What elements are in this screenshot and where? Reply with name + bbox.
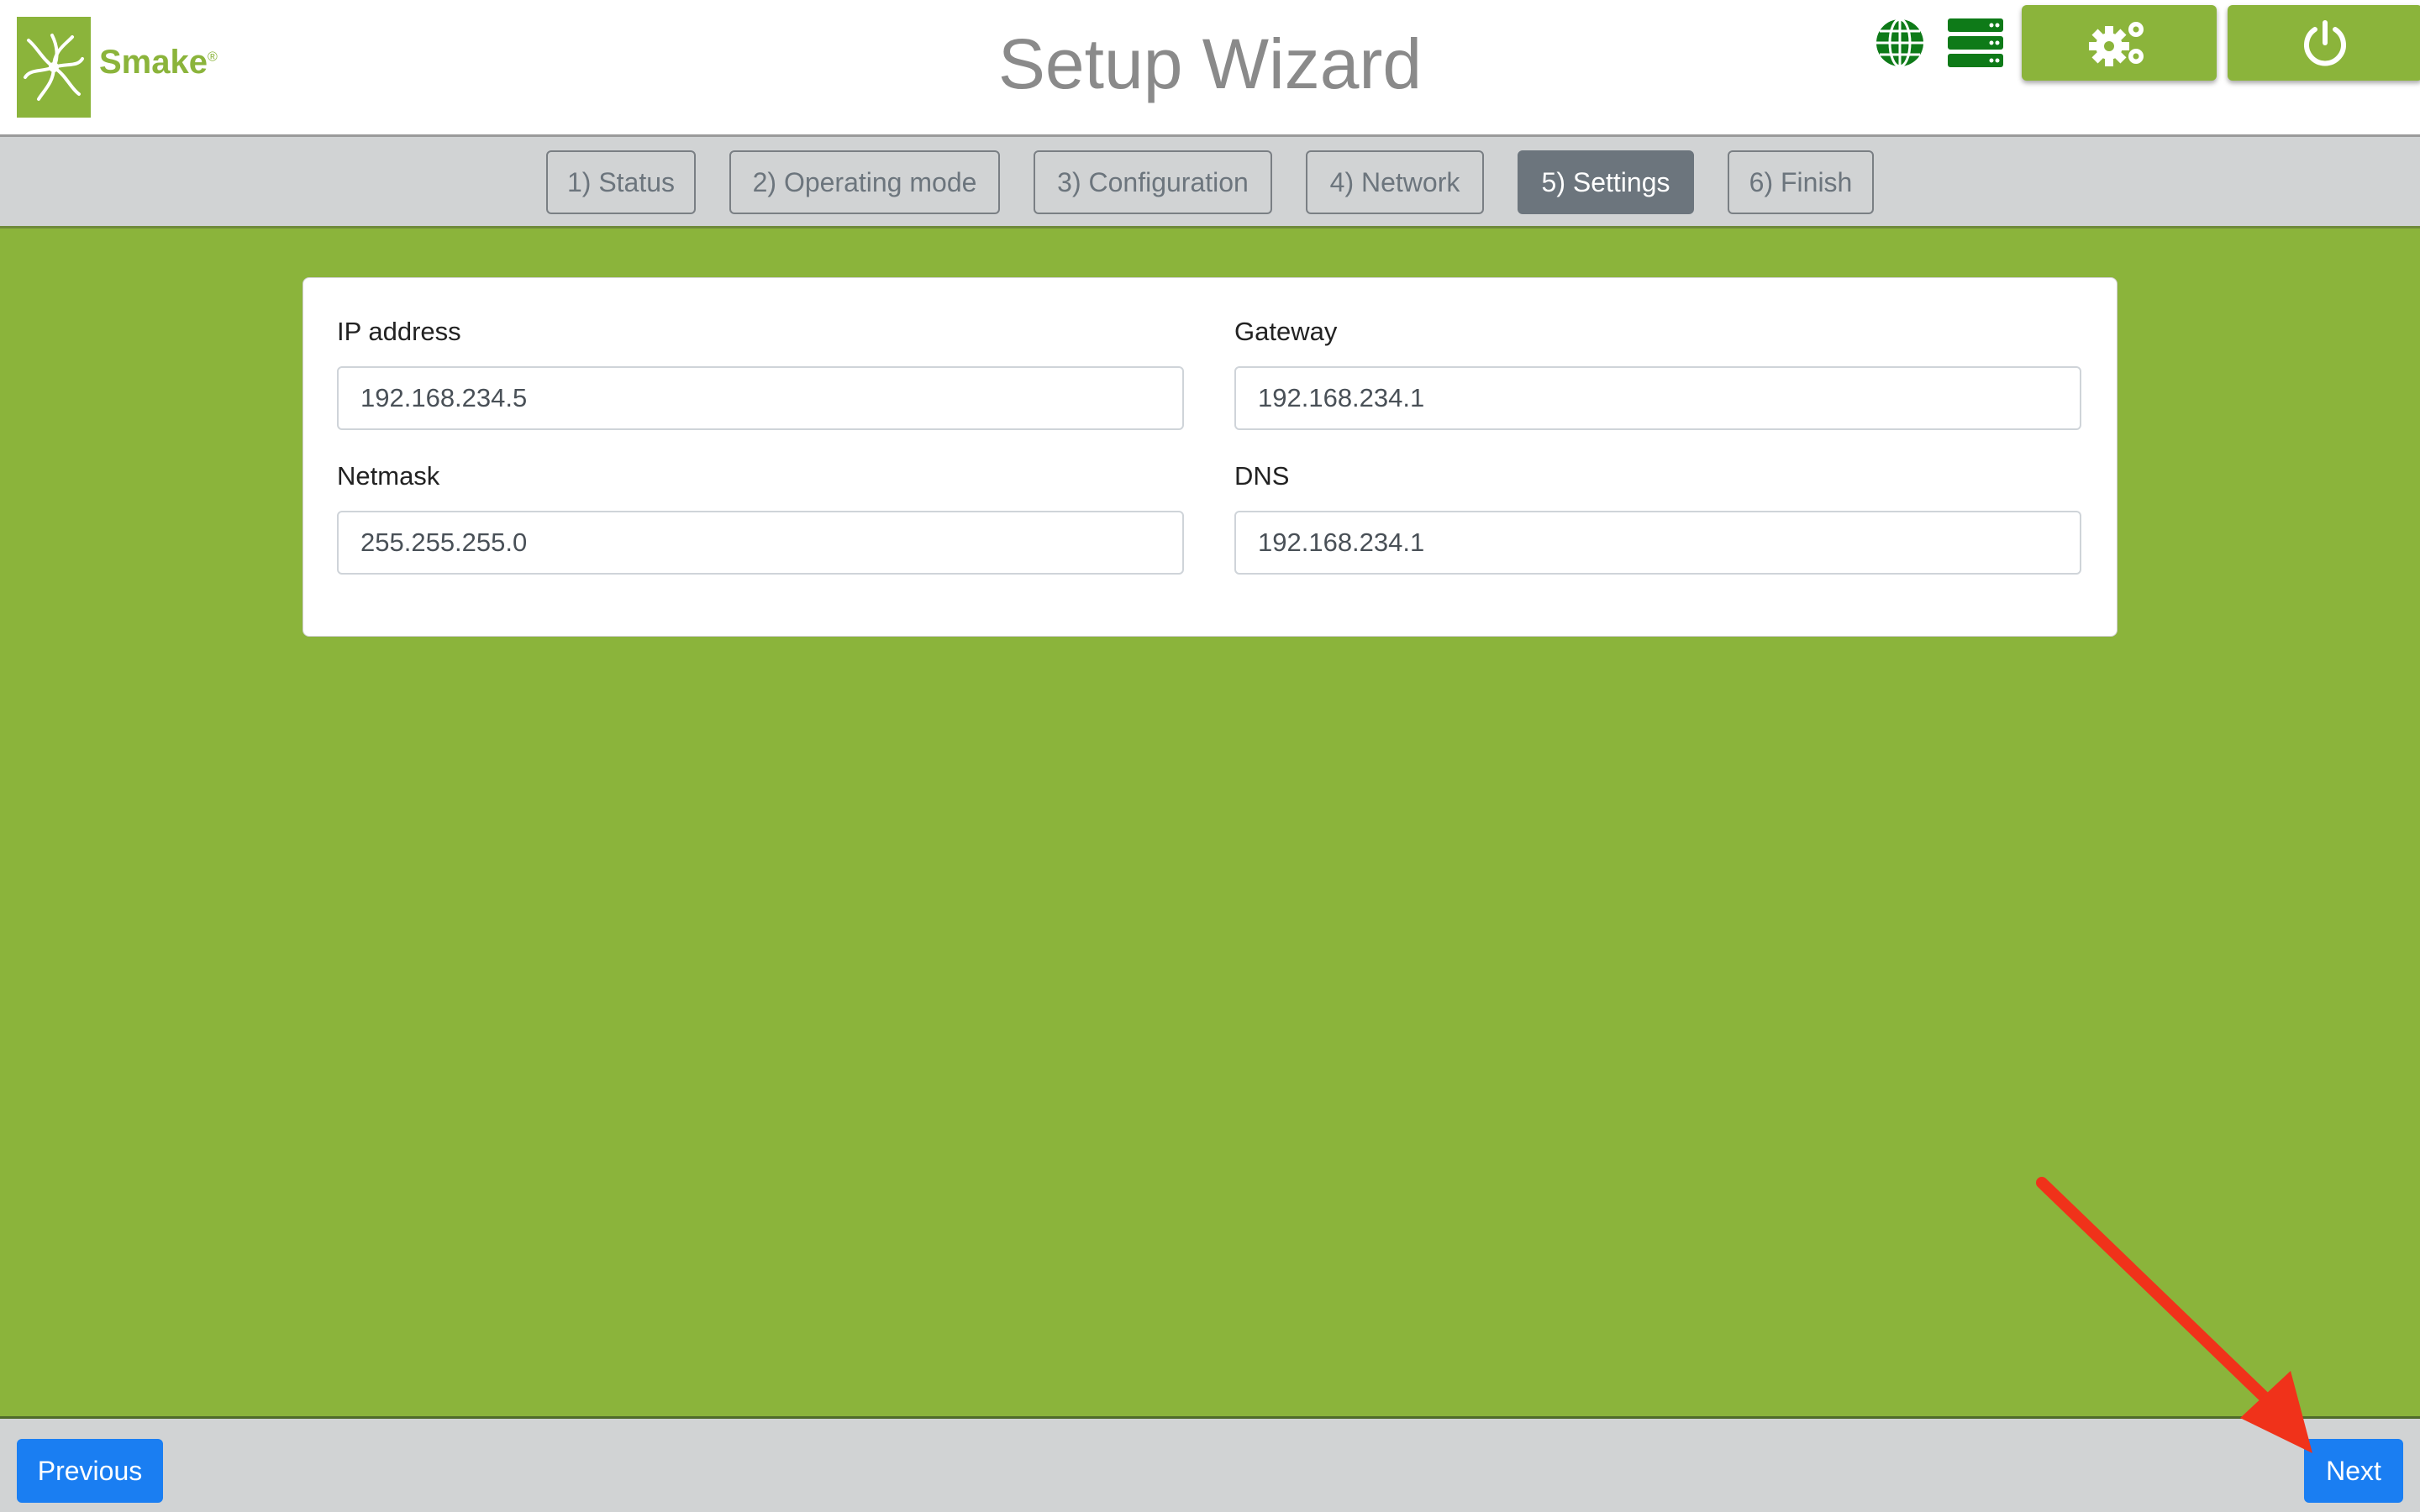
ip-address-input[interactable]: 192.168.234.5 xyxy=(337,366,1184,430)
power-icon xyxy=(2304,20,2346,66)
gateway-input[interactable]: 192.168.234.1 xyxy=(1234,366,2081,430)
step-settings[interactable]: 5) Settings xyxy=(1518,150,1694,214)
step-status[interactable]: 1) Status xyxy=(546,150,696,214)
power-button[interactable] xyxy=(2228,5,2420,81)
next-button[interactable]: Next xyxy=(2304,1439,2403,1503)
dns-label: DNS xyxy=(1234,461,1290,491)
gears-icon xyxy=(2089,22,2144,66)
ip-address-label: IP address xyxy=(337,317,461,346)
header: Smake® Setup Wizard xyxy=(0,0,2420,134)
settings-button[interactable] xyxy=(2022,5,2217,81)
network-settings-card: IP address 192.168.234.5 Gateway 192.168… xyxy=(302,277,2118,637)
step-operating-mode[interactable]: 2) Operating mode xyxy=(729,150,1000,214)
step-network[interactable]: 4) Network xyxy=(1306,150,1484,214)
globe-icon[interactable] xyxy=(1870,13,1929,72)
step-configuration[interactable]: 3) Configuration xyxy=(1034,150,1272,214)
gateway-label: Gateway xyxy=(1234,317,1338,346)
dns-input[interactable]: 192.168.234.1 xyxy=(1234,511,2081,575)
footer: Previous Next xyxy=(0,1416,2420,1512)
netmask-input[interactable]: 255.255.255.0 xyxy=(337,511,1184,575)
step-finish[interactable]: 6) Finish xyxy=(1728,150,1874,214)
wizard-steps: 1) Status 2) Operating mode 3) Configura… xyxy=(0,134,2420,228)
netmask-label: Netmask xyxy=(337,461,440,491)
previous-button[interactable]: Previous xyxy=(17,1439,163,1503)
server-icon[interactable] xyxy=(1946,13,2005,72)
